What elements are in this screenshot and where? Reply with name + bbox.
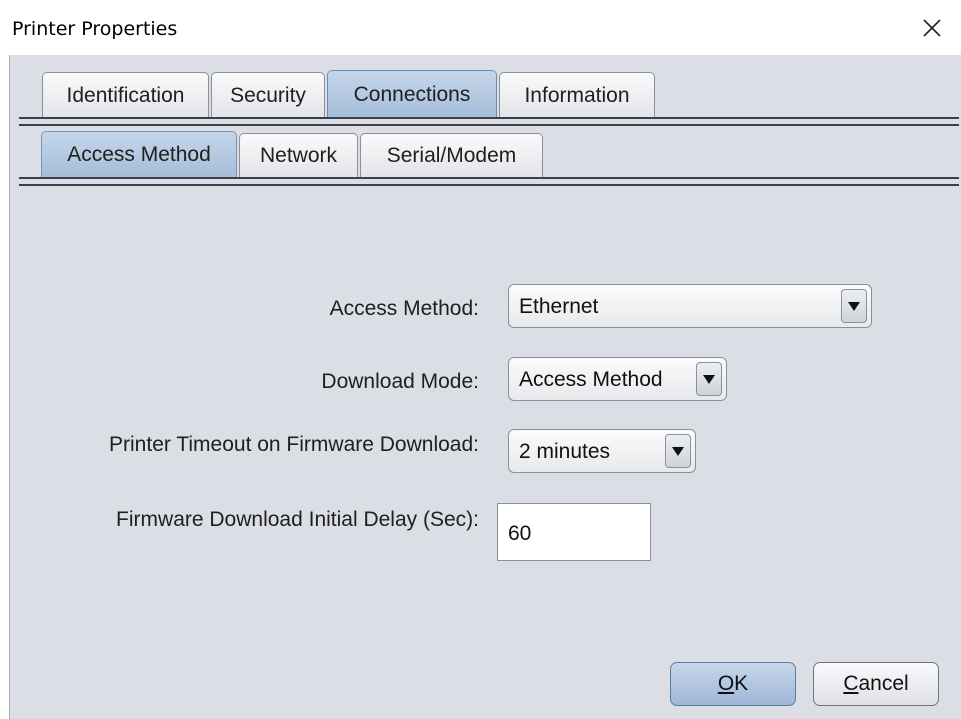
tab-divider [19,184,959,186]
tab-access-method[interactable]: Access Method [41,131,237,177]
printer-timeout-label: Printer Timeout on Firmware Download: [109,433,479,456]
tab-divider [19,177,959,179]
download-mode-dropdown[interactable]: Access Method [508,357,727,401]
initial-delay-field[interactable] [497,503,651,561]
chevron-down-icon[interactable] [665,434,691,468]
tab-divider [19,124,959,126]
cancel-label-rest: ancel [858,672,909,695]
cancel-button[interactable]: Cancel [813,662,939,706]
ok-label-rest: K [734,672,749,695]
tab-label: Connections [353,82,471,106]
ok-button[interactable]: OK [670,662,796,706]
tab-label: Information [524,83,630,107]
close-icon [923,18,941,37]
tab-connections[interactable]: Connections [327,70,497,118]
tab-information[interactable]: Information [499,72,655,118]
access-method-value: Ethernet [519,295,599,318]
tab-label: Security [230,83,306,107]
chevron-down-icon[interactable] [696,362,722,396]
ok-mnemonic: O [717,672,735,695]
tab-label: Serial/Modem [386,143,517,167]
title-bar: Printer Properties [0,0,961,55]
access-method-label: Access Method: [329,297,479,320]
printer-timeout-value: 2 minutes [519,440,611,463]
window-title: Printer Properties [12,18,178,40]
tab-identification[interactable]: Identification [42,72,209,118]
tab-label: Access Method [67,142,211,166]
tab-label: Network [259,143,338,167]
dialog-content: Identification Security Connections Info… [9,55,961,719]
chevron-down-icon[interactable] [841,289,867,323]
initial-delay-input[interactable] [508,522,638,546]
tab-serial-modem[interactable]: Serial/Modem [360,133,543,177]
access-method-dropdown[interactable]: Ethernet [508,284,872,328]
tab-divider [19,117,959,119]
tab-label: Identification [66,83,185,107]
initial-delay-label: Firmware Download Initial Delay (Sec): [116,508,479,531]
cancel-mnemonic: C [843,672,859,695]
tab-security[interactable]: Security [211,72,325,118]
printer-timeout-dropdown[interactable]: 2 minutes [508,429,696,473]
tab-network[interactable]: Network [239,133,358,177]
download-mode-label: Download Mode: [321,370,479,393]
close-button[interactable] [903,0,961,55]
download-mode-value: Access Method [519,368,663,391]
